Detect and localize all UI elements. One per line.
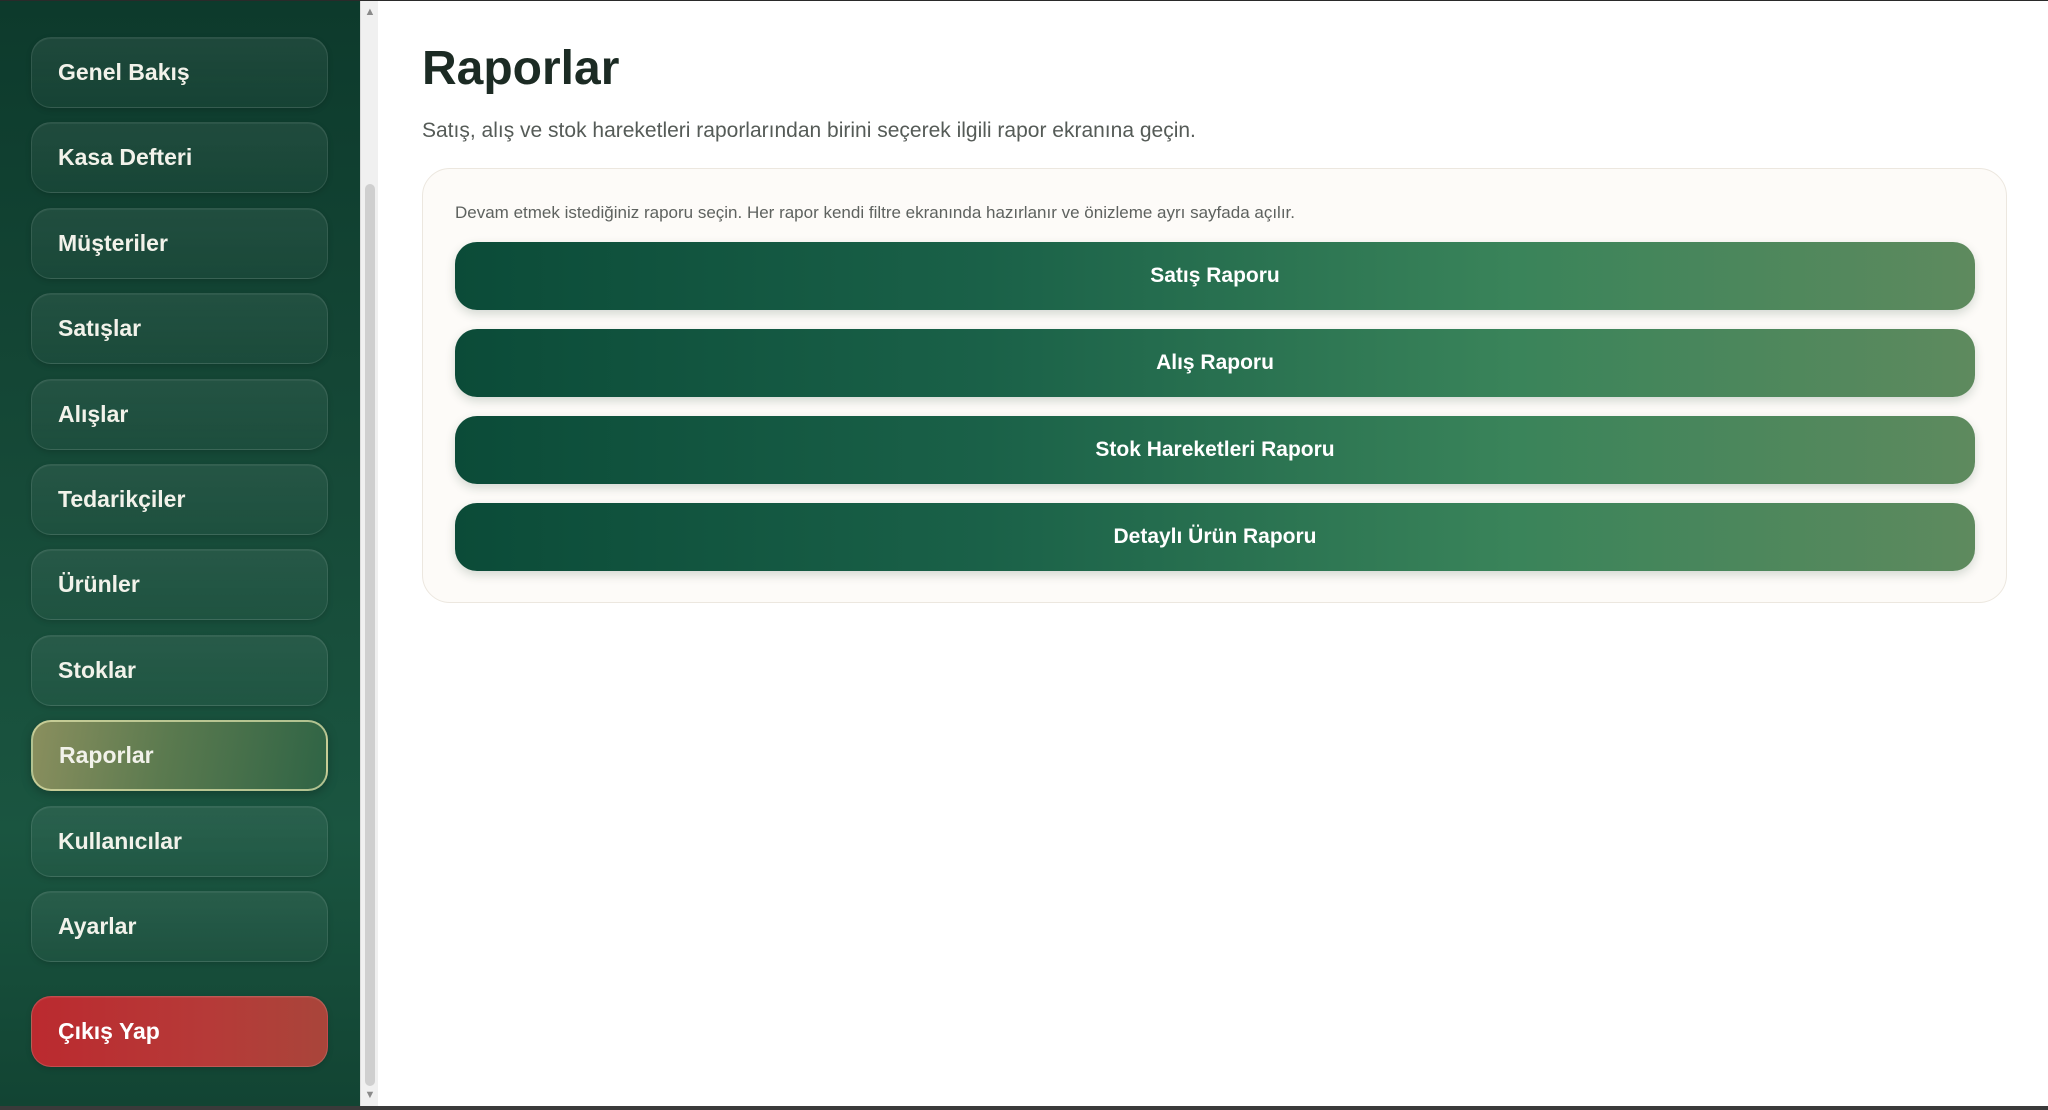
sidebar-item-label: Ürünler (58, 571, 140, 597)
logout-label: Çıkış Yap (58, 1018, 160, 1044)
scroll-thumb[interactable] (365, 184, 375, 1086)
sidebar-item-label: Stoklar (58, 657, 136, 683)
sales-report-button[interactable]: Satış Raporu (455, 242, 1975, 310)
sidebar-item-label: Ayarlar (58, 913, 137, 939)
main-content: Raporlar Satış, alış ve stok hareketleri… (378, 1, 2048, 1106)
logout-button[interactable]: Çıkış Yap (31, 996, 328, 1067)
scroll-up-icon[interactable]: ▲ (361, 3, 379, 21)
sidebar-item-kasa-defteri[interactable]: Kasa Defteri (31, 122, 328, 193)
sidebar-item-label: Kullanıcılar (58, 828, 182, 854)
button-label: Alış Raporu (1156, 351, 1274, 374)
sidebar-item-alislar[interactable]: Alışlar (31, 379, 328, 450)
sidebar-item-label: Müşteriler (58, 230, 168, 256)
sidebar-scrollbar[interactable]: ▲ ▼ (360, 1, 378, 1106)
sidebar-item-genel-bakis[interactable]: Genel Bakış (31, 37, 328, 108)
sidebar-item-satislar[interactable]: Satışlar (31, 293, 328, 364)
sidebar: Genel Bakış Kasa Defteri Müşteriler Satı… (0, 1, 360, 1106)
button-label: Stok Hareketleri Raporu (1095, 438, 1335, 461)
page-subtitle: Satış, alış ve stok hareketleri raporlar… (422, 119, 1196, 142)
sidebar-item-label: Tedarikçiler (58, 486, 186, 512)
sidebar-item-ayarlar[interactable]: Ayarlar (31, 891, 328, 962)
panel-hint: Devam etmek istediğiniz raporu seçin. He… (455, 203, 1295, 222)
purchase-report-button[interactable]: Alış Raporu (455, 329, 1975, 397)
report-selection-panel: Devam etmek istediğiniz raporu seçin. He… (422, 168, 2007, 603)
sidebar-item-label: Satışlar (58, 315, 142, 341)
stock-movements-report-button[interactable]: Stok Hareketleri Raporu (455, 416, 1975, 484)
page-title: Raporlar (422, 42, 620, 95)
app-window: Genel Bakış Kasa Defteri Müşteriler Satı… (0, 0, 2048, 1106)
button-label: Satış Raporu (1150, 264, 1280, 287)
sidebar-item-label: Raporlar (59, 742, 154, 768)
sidebar-item-label: Genel Bakış (58, 59, 190, 85)
sidebar-item-stoklar[interactable]: Stoklar (31, 635, 328, 706)
sidebar-item-kullanicilar[interactable]: Kullanıcılar (31, 806, 328, 877)
sidebar-item-raporlar[interactable]: Raporlar (31, 720, 328, 791)
sidebar-item-urunler[interactable]: Ürünler (31, 549, 328, 620)
detailed-product-report-button[interactable]: Detaylı Ürün Raporu (455, 503, 1975, 571)
sidebar-item-musteriler[interactable]: Müşteriler (31, 208, 328, 279)
scroll-down-icon[interactable]: ▼ (361, 1086, 379, 1104)
sidebar-item-tedarikciler[interactable]: Tedarikçiler (31, 464, 328, 535)
sidebar-item-label: Kasa Defteri (58, 144, 193, 170)
button-label: Detaylı Ürün Raporu (1113, 525, 1317, 548)
sidebar-item-label: Alışlar (58, 401, 129, 427)
